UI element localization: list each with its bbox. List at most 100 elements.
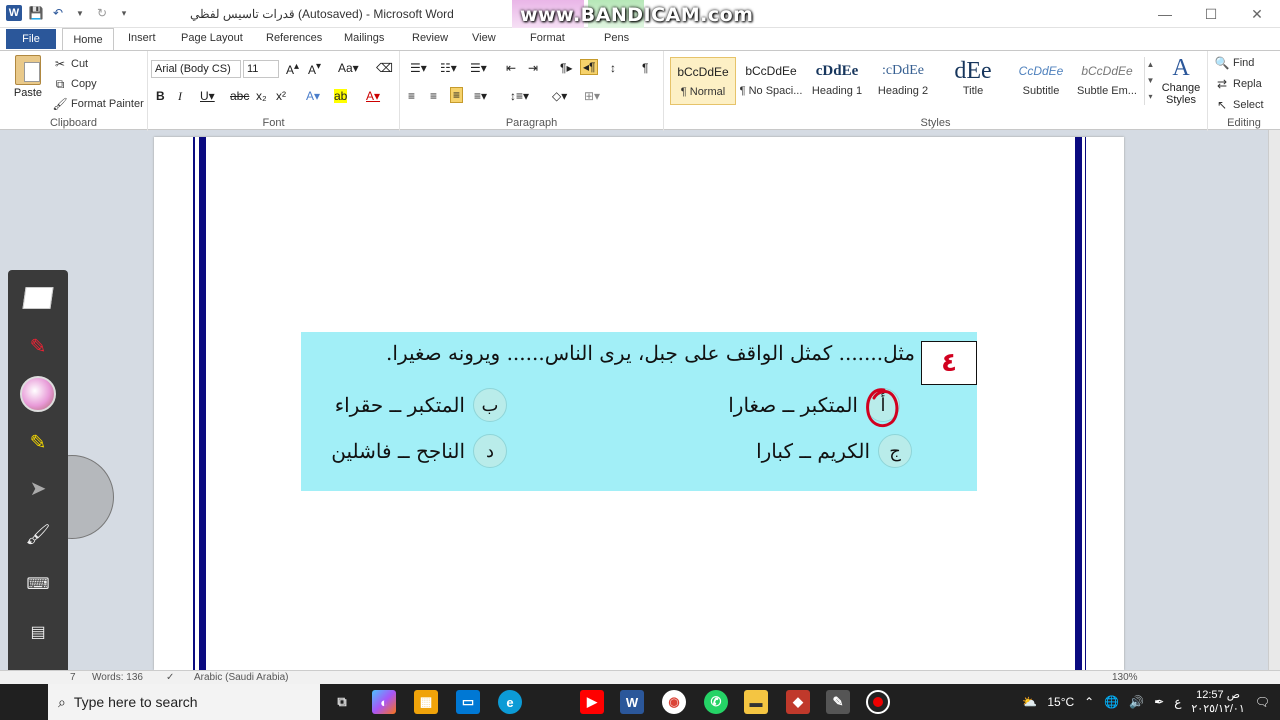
tab-pens[interactable]: Pens xyxy=(604,32,629,44)
keyboard-icon[interactable]: ⌨ xyxy=(18,564,58,604)
tab-file[interactable]: File xyxy=(6,29,56,49)
word-count[interactable]: Words: 136 xyxy=(92,672,143,683)
language-indicator[interactable]: ع xyxy=(1174,695,1181,709)
tab-review[interactable]: Review xyxy=(412,32,448,44)
page-number[interactable]: 7 xyxy=(70,672,76,683)
chevron-down-icon[interactable]: ▼ xyxy=(72,5,88,21)
font-family-select[interactable]: Arial (Body CS) xyxy=(151,60,241,78)
align-right-icon[interactable]: ≡ xyxy=(450,87,464,103)
align-left-icon[interactable]: ≡ xyxy=(408,89,415,103)
style-subtle-emphasis[interactable]: bCcDdEe Subtle Em... xyxy=(1074,57,1140,105)
chrome-icon[interactable]: ◉ xyxy=(662,690,686,714)
record-icon[interactable] xyxy=(866,690,890,714)
select-button[interactable]: ↖ Select xyxy=(1214,97,1264,113)
volume-icon[interactable]: 🔊 xyxy=(1129,695,1144,709)
tab-mailings[interactable]: Mailings xyxy=(344,32,384,44)
tab-references[interactable]: References xyxy=(266,32,322,44)
tab-insert[interactable]: Insert xyxy=(128,32,156,44)
rtl-icon[interactable]: ◂¶ xyxy=(580,59,599,75)
youtube-icon[interactable]: ▶ xyxy=(580,690,604,714)
style-heading-1[interactable]: cDdEe Heading 1 xyxy=(804,57,870,105)
customize-qat-icon[interactable]: ▾ xyxy=(116,5,132,21)
word-taskbar-icon[interactable]: W xyxy=(620,690,644,714)
save-icon[interactable]: 💾 xyxy=(28,5,44,21)
style-title[interactable]: dEe Title xyxy=(940,57,1006,105)
notifications-icon[interactable]: 🗨 xyxy=(1255,695,1270,709)
pen-tray-icon[interactable]: ✒ xyxy=(1154,695,1164,709)
shading-icon[interactable]: ◇▾ xyxy=(552,89,567,103)
superscript-icon[interactable]: x² xyxy=(276,89,286,103)
vertical-scrollbar[interactable] xyxy=(1268,130,1280,670)
decrease-indent-icon[interactable]: ⇤ xyxy=(506,61,516,75)
styles-gallery-scroll[interactable]: ▲ ▼ ▾ xyxy=(1144,57,1156,105)
copilot-icon[interactable]: ◐ xyxy=(372,690,396,714)
font-size-select[interactable]: 11 xyxy=(243,60,279,78)
italic-icon[interactable]: I xyxy=(178,89,182,104)
pen-app-icon[interactable]: ✎ xyxy=(826,690,850,714)
tab-page-layout[interactable]: Page Layout xyxy=(181,32,243,44)
folder-icon[interactable]: ▬ xyxy=(744,690,768,714)
language-indicator[interactable]: Arabic (Saudi Arabia) xyxy=(194,672,289,683)
justify-icon[interactable]: ≡▾ xyxy=(474,89,487,103)
copy-button[interactable]: ⧉ Copy xyxy=(52,76,97,92)
highlighter-icon[interactable]: ✎ xyxy=(18,422,58,462)
eraser-icon[interactable] xyxy=(18,374,58,414)
tab-view[interactable]: View xyxy=(472,32,496,44)
screen-icon[interactable]: ▤ xyxy=(18,612,58,652)
underline-icon[interactable]: U▾ xyxy=(200,89,215,103)
undo-icon[interactable]: ↶ xyxy=(50,5,66,21)
weather-temp[interactable]: 15°C xyxy=(1047,695,1074,709)
multilevel-list-icon[interactable]: ☰▾ xyxy=(470,61,487,75)
close-button[interactable]: ✕ xyxy=(1234,0,1280,28)
option-dal[interactable]: د الناجح ــ فاشلين xyxy=(331,434,507,468)
network-icon[interactable]: 🌐 xyxy=(1104,695,1119,709)
style-no-spacing[interactable]: bCcDdEe ¶ No Spaci... xyxy=(738,57,804,105)
pen-tool-icon[interactable] xyxy=(18,278,58,318)
style-normal[interactable]: bCcDdEe ¶ Normal xyxy=(670,57,736,105)
app-icon[interactable]: ◆ xyxy=(786,690,810,714)
zoom-level[interactable]: 130% xyxy=(1112,672,1138,683)
line-spacing-icon[interactable]: ↕≡▾ xyxy=(510,89,529,103)
format-painter-button[interactable]: 🖌 Format Painter xyxy=(52,96,143,112)
shrink-font-icon[interactable]: A▾ xyxy=(308,61,321,77)
replace-button[interactable]: ⇄ Repla xyxy=(1214,76,1262,92)
bold-icon[interactable]: B xyxy=(156,89,165,103)
whatsapp-icon[interactable]: ✆ xyxy=(704,690,728,714)
numbering-icon[interactable]: ☷▾ xyxy=(440,61,457,75)
clock[interactable]: 12:57 ص ٢٠٢٥/١٢/٠١ xyxy=(1191,688,1244,716)
edge-icon[interactable]: e xyxy=(498,690,522,714)
word-logo-icon[interactable]: W xyxy=(6,5,22,21)
option-ba[interactable]: ب المتكبر ــ حقراء xyxy=(335,388,507,422)
weather-icon[interactable]: ⛅ xyxy=(1022,695,1037,709)
minimize-button[interactable]: — xyxy=(1142,0,1188,28)
style-heading-2[interactable]: :cDdEe Heading 2 xyxy=(870,57,936,105)
option-jim[interactable]: ج الكريم ــ كبارا xyxy=(756,434,912,468)
change-styles-button[interactable]: A Change Styles xyxy=(1158,55,1204,106)
subscript-icon[interactable]: x₂ xyxy=(256,89,267,103)
grow-font-icon[interactable]: A▴ xyxy=(286,61,299,77)
taskbar-search[interactable]: ⌕ Type here to search xyxy=(48,684,320,720)
sort-icon[interactable]: ↕ xyxy=(610,61,616,75)
style-subtitle[interactable]: CcDdEe Subtitle xyxy=(1008,57,1074,105)
bullets-icon[interactable]: ☰▾ xyxy=(410,61,427,75)
marker-red-icon[interactable]: ✎ xyxy=(18,326,58,366)
show-formatting-icon[interactable]: ¶ xyxy=(642,61,648,75)
explorer-window-icon[interactable]: ▭ xyxy=(456,690,480,714)
proofing-icon[interactable]: ✓ xyxy=(166,672,174,683)
ltr-icon[interactable]: ¶▸ xyxy=(560,61,572,75)
highlight-icon[interactable]: ab xyxy=(334,89,348,103)
increase-indent-icon[interactable]: ⇥ xyxy=(528,61,538,75)
cursor-icon[interactable]: ➤ xyxy=(18,468,58,508)
cut-button[interactable]: ✂ Cut xyxy=(52,56,88,72)
change-case-icon[interactable]: Aa▾ xyxy=(338,61,359,75)
find-button[interactable]: 🔍 Find xyxy=(1214,55,1255,71)
align-center-icon[interactable]: ≡ xyxy=(430,89,437,103)
tab-home[interactable]: Home xyxy=(62,28,114,50)
tab-format[interactable]: Format xyxy=(530,32,565,44)
maximize-button[interactable]: ☐ xyxy=(1188,0,1234,28)
text-effects-icon[interactable]: A▾ xyxy=(306,89,320,103)
borders-icon[interactable]: ⊞▾ xyxy=(584,89,600,103)
task-view-icon[interactable]: ⧉ xyxy=(330,690,354,714)
redo-icon[interactable]: ↻ xyxy=(94,5,110,21)
font-color-icon[interactable]: A▾ xyxy=(366,89,380,103)
